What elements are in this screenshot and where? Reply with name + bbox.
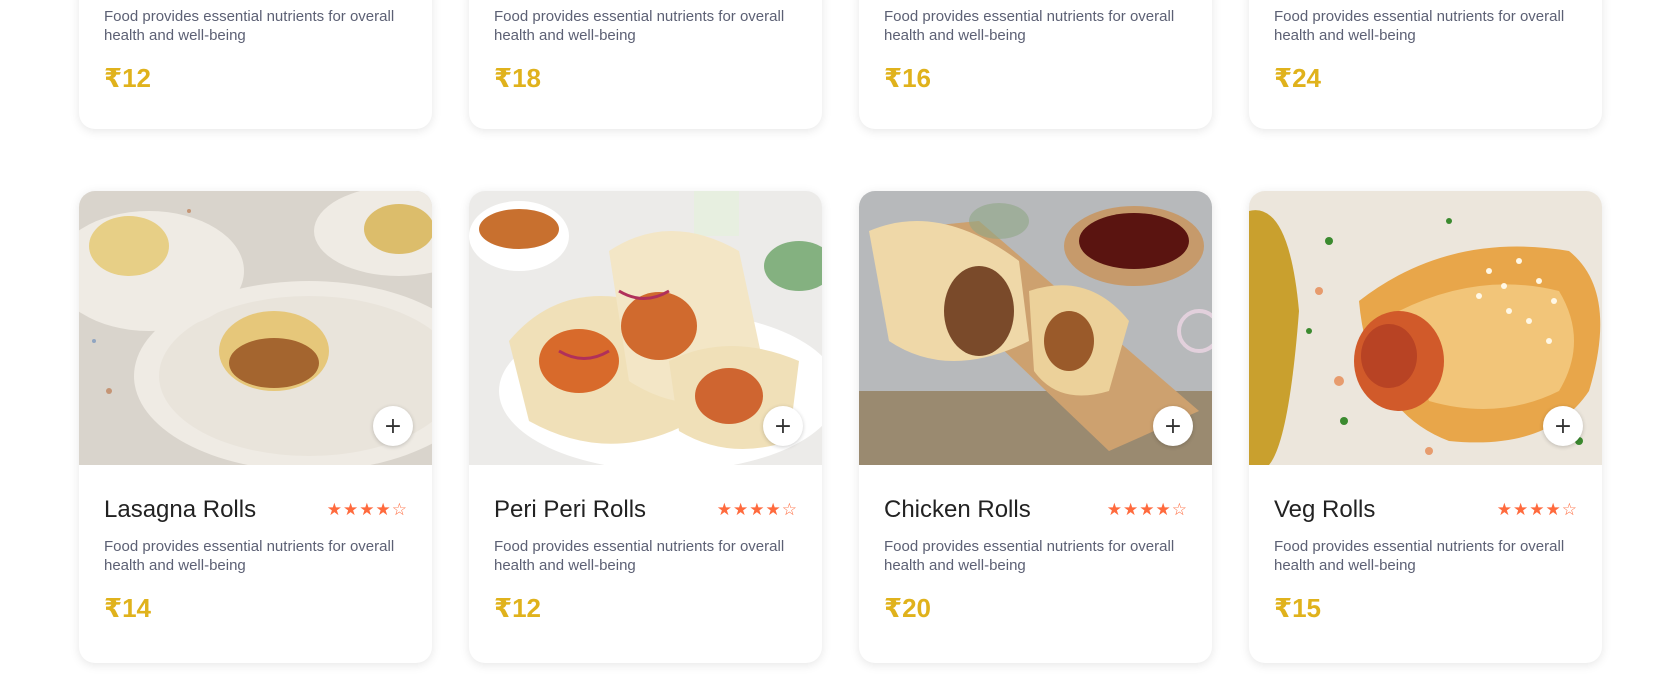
star-empty-icon: ☆ (781, 499, 797, 520)
add-to-cart-button[interactable]: + (763, 406, 803, 446)
food-description: Food provides essential nutrients for ov… (884, 8, 1175, 44)
star-filled-icon: ★ (326, 499, 342, 520)
food-description: Food provides essential nutrients for ov… (494, 8, 785, 44)
food-price: ₹16 (884, 63, 932, 93)
food-card: Food provides essential nutrients for ov… (859, 0, 1212, 129)
food-price: ₹14 (104, 593, 152, 623)
star-filled-icon: ★ (1139, 499, 1155, 520)
star-filled-icon: ★ (733, 499, 749, 520)
star-filled-icon: ★ (1529, 499, 1545, 520)
star-filled-icon: ★ (359, 499, 375, 520)
star-filled-icon: ★ (343, 499, 359, 520)
star-empty-icon: ☆ (1561, 499, 1577, 520)
add-to-cart-button[interactable]: + (373, 406, 413, 446)
food-image: + (1249, 191, 1602, 465)
food-price: ₹18 (494, 63, 542, 93)
food-card-chicken-rolls: + Chicken Rolls ★ ★ ★ ★ ☆ Food provides … (859, 191, 1212, 663)
food-card-veg-rolls: + Veg Rolls ★ ★ ★ ★ ☆ Food provides esse… (1249, 191, 1602, 663)
food-card-peri-peri-rolls: + Peri Peri Rolls ★ ★ ★ ★ ☆ Food provide… (469, 191, 822, 663)
food-description: Food provides essential nutrients for ov… (1274, 538, 1565, 574)
add-to-cart-button[interactable]: + (1153, 406, 1193, 446)
star-filled-icon: ★ (1155, 499, 1171, 520)
food-card: Food provides essential nutrients for ov… (469, 0, 822, 129)
food-description: Food provides essential nutrients for ov… (494, 538, 785, 574)
food-price: ₹15 (1274, 593, 1322, 623)
food-price: ₹20 (884, 593, 932, 623)
food-title: Chicken Rolls (884, 496, 1031, 523)
rating-stars: ★ ★ ★ ★ ☆ (326, 499, 407, 520)
food-card-lasagna-rolls: + Lasagna Rolls ★ ★ ★ ★ ☆ Food provides … (79, 191, 432, 663)
food-price: ₹24 (1274, 63, 1322, 93)
rating-stars: ★ ★ ★ ★ ☆ (716, 499, 797, 520)
food-description: Food provides essential nutrients for ov… (104, 8, 395, 44)
food-image: + (859, 191, 1212, 465)
star-filled-icon: ★ (375, 499, 391, 520)
food-card: Food provides essential nutrients for ov… (1249, 0, 1602, 129)
star-empty-icon: ☆ (391, 499, 407, 520)
food-image: + (79, 191, 432, 465)
food-image: + (469, 191, 822, 465)
food-grid-row: + Lasagna Rolls ★ ★ ★ ★ ☆ Food provides … (79, 191, 1602, 663)
star-filled-icon: ★ (765, 499, 781, 520)
rating-stars: ★ ★ ★ ★ ☆ (1496, 499, 1577, 520)
food-title: Lasagna Rolls (104, 496, 257, 523)
food-title: Veg Rolls (1274, 496, 1376, 523)
food-grid-row-top: Food provides essential nutrients for ov… (79, 0, 1602, 129)
star-filled-icon: ★ (749, 499, 765, 520)
food-title: Peri Peri Rolls (494, 496, 647, 523)
star-empty-icon: ☆ (1171, 499, 1187, 520)
food-description: Food provides essential nutrients for ov… (1274, 8, 1565, 44)
food-price: ₹12 (494, 593, 542, 623)
star-filled-icon: ★ (1496, 499, 1512, 520)
star-filled-icon: ★ (716, 499, 732, 520)
star-filled-icon: ★ (1106, 499, 1122, 520)
star-filled-icon: ★ (1123, 499, 1139, 520)
rating-stars: ★ ★ ★ ★ ☆ (1106, 499, 1187, 520)
food-card: Food provides essential nutrients for ov… (79, 0, 432, 129)
star-filled-icon: ★ (1513, 499, 1529, 520)
food-description: Food provides essential nutrients for ov… (884, 538, 1175, 574)
star-filled-icon: ★ (1545, 499, 1561, 520)
food-price: ₹12 (104, 63, 152, 93)
add-to-cart-button[interactable]: + (1543, 406, 1583, 446)
food-description: Food provides essential nutrients for ov… (104, 538, 395, 574)
